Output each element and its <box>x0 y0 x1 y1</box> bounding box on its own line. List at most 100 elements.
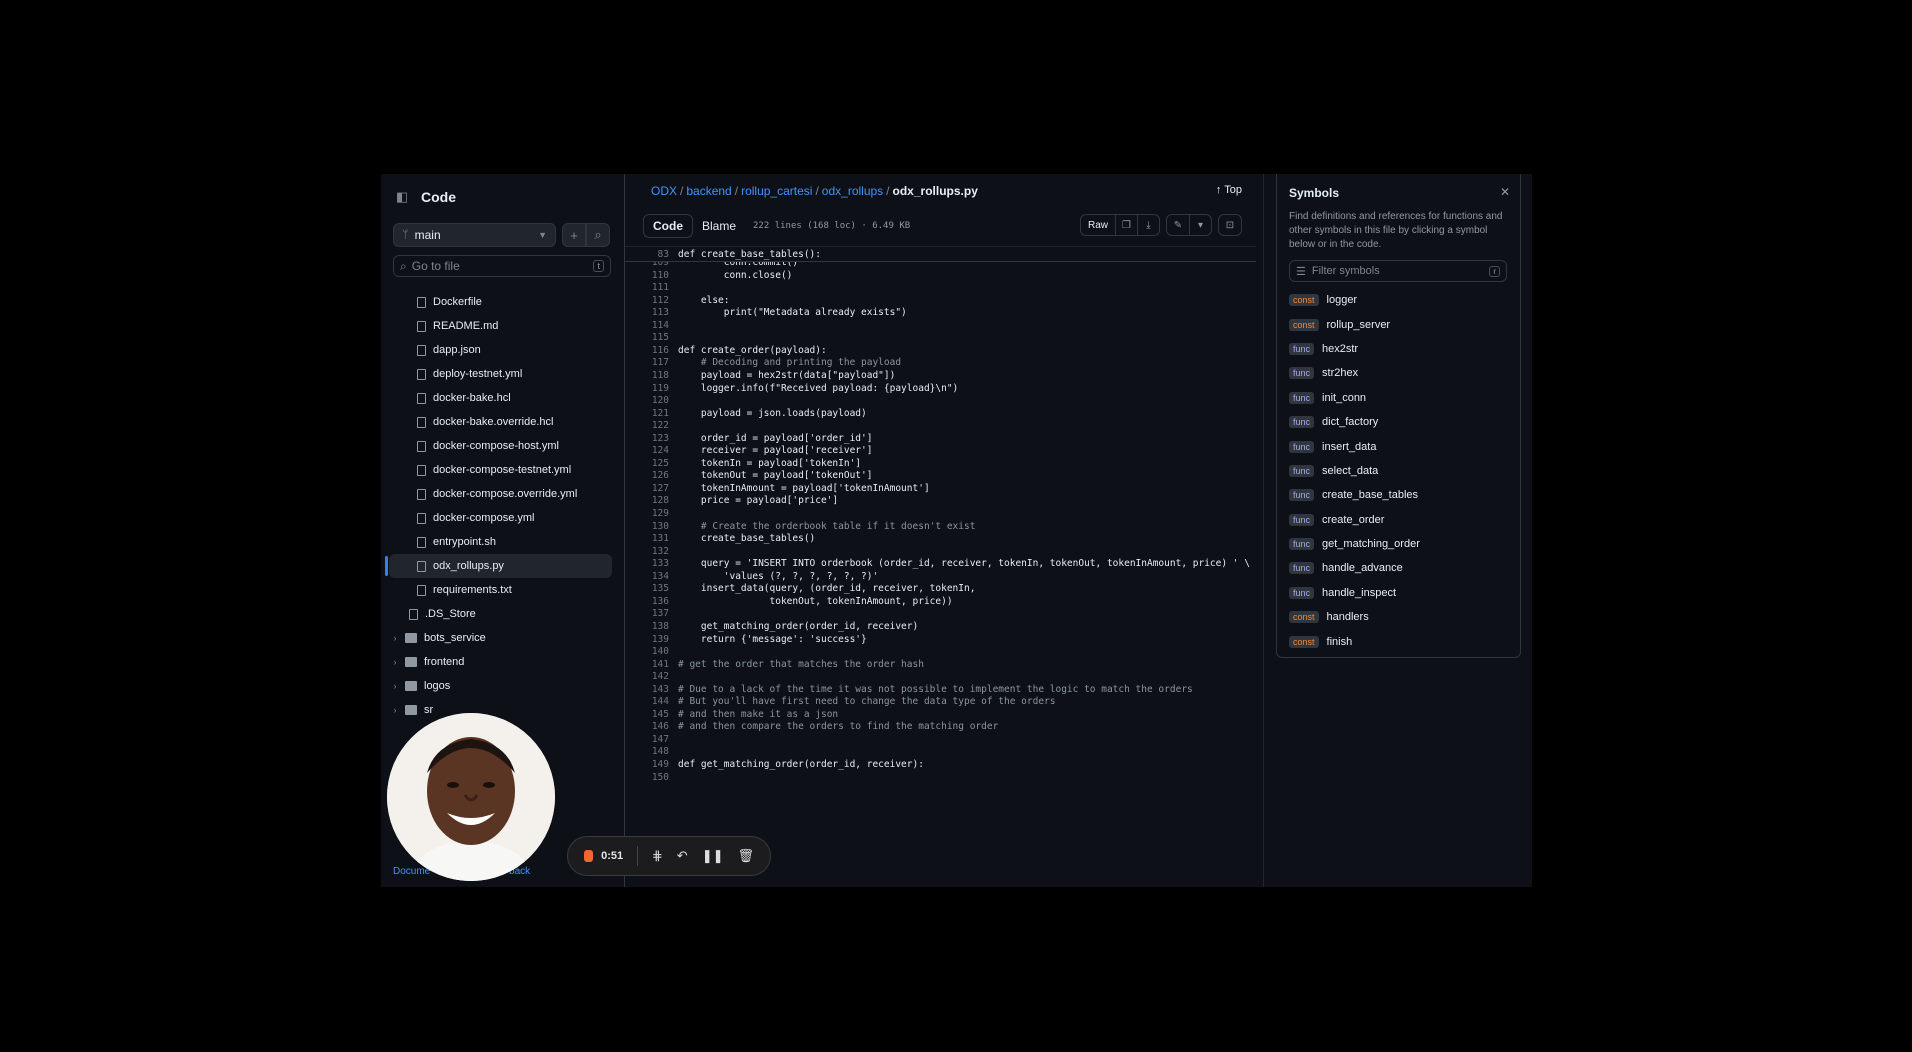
line-number[interactable]: 115 <box>625 332 669 343</box>
tree-folder[interactable]: › bots_service <box>389 626 612 650</box>
tree-file[interactable]: dapp.json <box>389 338 612 362</box>
line-number[interactable]: 120 <box>625 395 669 406</box>
line-number[interactable]: 130 <box>625 521 669 532</box>
line-number[interactable]: 149 <box>625 759 669 770</box>
tree-file[interactable]: docker-compose-host.yml <box>389 434 612 458</box>
line-number[interactable]: 125 <box>625 458 669 469</box>
tree-file[interactable]: docker-compose.yml <box>389 506 612 530</box>
raw-button[interactable]: Raw <box>1081 215 1115 235</box>
line-number[interactable]: 129 <box>625 508 669 519</box>
line-number[interactable]: 122 <box>625 420 669 431</box>
pause-icon[interactable]: ❚❚ <box>702 848 724 864</box>
tree-file[interactable]: docker-bake.override.hcl <box>389 410 612 434</box>
breadcrumb-link[interactable]: ODX <box>651 184 677 198</box>
sticky-scope-header[interactable]: 83 def create_base_tables(): <box>625 247 1256 262</box>
symbol-item[interactable]: func handle_advance <box>1289 556 1420 580</box>
tree-file[interactable]: .DS_Store <box>389 602 612 626</box>
tree-folder[interactable]: › frontend <box>389 650 612 674</box>
symbol-item[interactable]: func create_order <box>1289 508 1420 532</box>
line-number[interactable]: 119 <box>625 383 669 394</box>
line-number[interactable]: 126 <box>625 470 669 481</box>
tree-file[interactable]: docker-compose.override.yml <box>389 482 612 506</box>
webcam-avatar[interactable] <box>387 713 555 881</box>
tree-file[interactable]: Dockerfile <box>389 290 612 314</box>
breadcrumb-link[interactable]: odx_rollups <box>822 184 883 198</box>
symbol-item[interactable]: func handle_inspect <box>1289 581 1420 605</box>
line-number[interactable]: 128 <box>625 495 669 506</box>
tree-file[interactable]: entrypoint.sh <box>389 530 612 554</box>
symbol-item[interactable]: const handlers <box>1289 605 1420 629</box>
tree-file[interactable]: docker-bake.hcl <box>389 386 612 410</box>
tab-code[interactable]: Code <box>643 214 693 238</box>
line-number[interactable]: 139 <box>625 634 669 645</box>
line-number[interactable]: 112 <box>625 295 669 306</box>
go-to-file-input[interactable]: ⌕ Go to file t <box>393 255 611 277</box>
download-icon[interactable]: ⤓ <box>1137 215 1159 235</box>
line-number[interactable]: 138 <box>625 621 669 632</box>
line-number[interactable]: 136 <box>625 596 669 607</box>
breadcrumb-link[interactable]: backend <box>686 184 731 198</box>
line-number[interactable]: 118 <box>625 370 669 381</box>
symbol-item[interactable]: const finish <box>1289 629 1420 653</box>
line-number[interactable]: 114 <box>625 320 669 331</box>
branch-selector[interactable]: ᛘ main ▼ <box>393 223 556 247</box>
breadcrumb-link[interactable]: rollup_cartesi <box>741 184 812 198</box>
pane-divider[interactable] <box>1263 174 1264 887</box>
symbol-item[interactable]: func insert_data <box>1289 434 1420 458</box>
add-file-button[interactable]: + <box>562 223 586 247</box>
line-number[interactable]: 150 <box>625 772 669 783</box>
trash-icon[interactable]: 🗑 <box>737 848 754 864</box>
chevron-right-icon[interactable]: › <box>389 657 401 667</box>
edit-pencil-icon[interactable]: ✎ <box>1167 215 1189 235</box>
line-number[interactable]: 137 <box>625 608 669 619</box>
line-number[interactable]: 141 <box>625 659 669 670</box>
line-number[interactable]: 113 <box>625 307 669 318</box>
copy-icon[interactable]: ❐ <box>1115 215 1137 235</box>
close-icon[interactable]: ✕ <box>1500 185 1510 199</box>
symbol-item[interactable]: func select_data <box>1289 459 1420 483</box>
restart-icon[interactable]: ↶ <box>677 848 688 864</box>
tab-blame[interactable]: Blame <box>693 215 745 237</box>
tree-file[interactable]: deploy-testnet.yml <box>389 362 612 386</box>
line-number[interactable]: 123 <box>625 433 669 444</box>
line-number[interactable]: 147 <box>625 734 669 745</box>
line-number[interactable]: 124 <box>625 445 669 456</box>
tree-folder[interactable]: › logos <box>389 674 612 698</box>
line-number[interactable]: 132 <box>625 546 669 557</box>
symbol-item[interactable]: func init_conn <box>1289 386 1420 410</box>
symbol-item[interactable]: func hex2str <box>1289 337 1420 361</box>
symbol-item[interactable]: func str2hex <box>1289 361 1420 385</box>
line-number[interactable]: 144 <box>625 696 669 707</box>
chevron-down-icon[interactable]: ▾ <box>1189 215 1211 235</box>
line-number[interactable]: 133 <box>625 558 669 569</box>
chevron-right-icon[interactable]: › <box>389 705 401 715</box>
line-number[interactable]: 142 <box>625 671 669 682</box>
symbol-item[interactable]: const rollup_server <box>1289 312 1420 336</box>
line-number[interactable]: 117 <box>625 357 669 368</box>
line-number[interactable]: 143 <box>625 684 669 695</box>
line-number[interactable]: 131 <box>625 533 669 544</box>
chevron-right-icon[interactable]: › <box>389 681 401 691</box>
symbol-item[interactable]: const logger <box>1289 288 1420 312</box>
symbol-item[interactable]: func dict_factory <box>1289 410 1420 434</box>
collapse-sidebar-icon[interactable]: ◧ <box>393 188 411 206</box>
grid-icon[interactable]: ⋕ <box>652 848 663 864</box>
symbols-panel-icon[interactable]: ⊡ <box>1219 215 1241 235</box>
code-line[interactable]: 150 <box>625 770 678 785</box>
tree-file[interactable]: requirements.txt <box>389 578 612 602</box>
line-number[interactable]: 127 <box>625 483 669 494</box>
line-number[interactable]: 145 <box>625 709 669 720</box>
tree-file[interactable]: README.md <box>389 314 612 338</box>
line-number[interactable]: 140 <box>625 646 669 657</box>
symbol-item[interactable]: func get_matching_order <box>1289 532 1420 556</box>
search-tree-button[interactable]: ⌕ <box>586 223 610 247</box>
chevron-right-icon[interactable]: › <box>389 633 401 643</box>
stop-recording-icon[interactable] <box>584 850 594 862</box>
line-number[interactable]: 111 <box>625 282 669 293</box>
line-number[interactable]: 148 <box>625 746 669 757</box>
tree-file[interactable]: odx_rollups.py <box>385 554 612 578</box>
tree-file[interactable]: docker-compose-testnet.yml <box>389 458 612 482</box>
line-number[interactable]: 134 <box>625 571 669 582</box>
line-number[interactable]: 121 <box>625 408 669 419</box>
filter-symbols-input[interactable]: ☰ Filter symbols r <box>1289 260 1507 282</box>
